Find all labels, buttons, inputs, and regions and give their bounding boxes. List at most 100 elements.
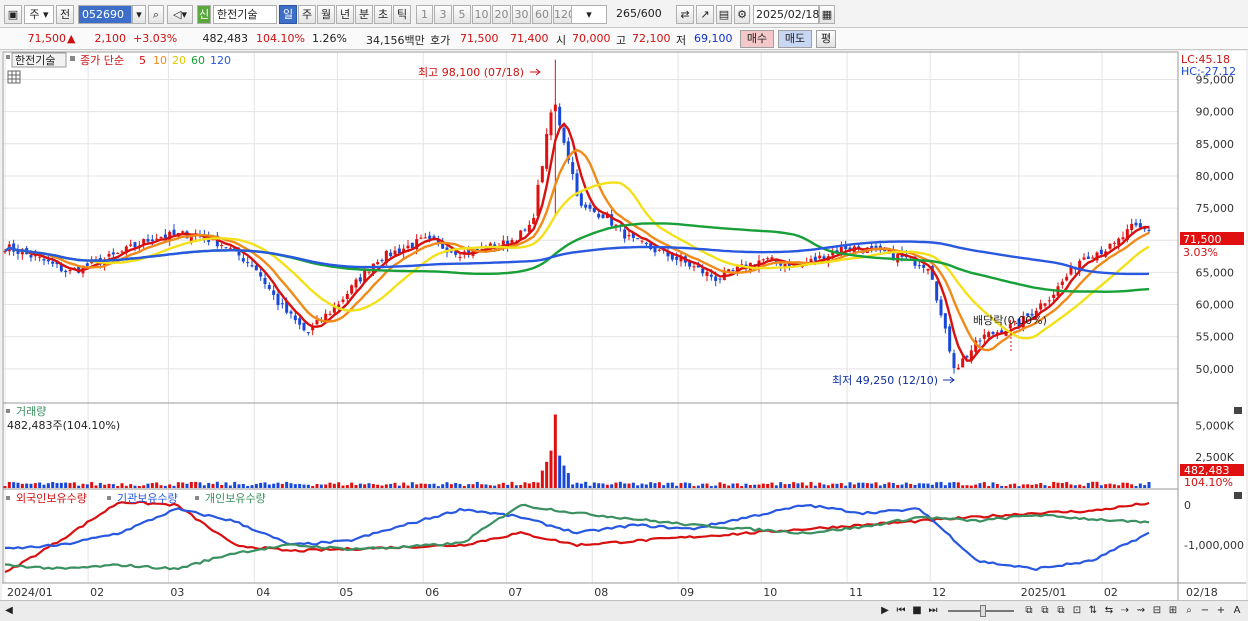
tab-period-4[interactable]: 분 (355, 5, 373, 24)
date-input[interactable]: 2025/02/18 (753, 5, 819, 24)
count-dropdown[interactable]: ▾ (571, 5, 607, 24)
candle-body (558, 106, 562, 126)
holding-legend: 외국인보유수량 기관보유수량 개인보유수량 (6, 492, 266, 505)
icon-g[interactable]: ⇢ (1118, 604, 1132, 618)
icon-b[interactable]: ⧉ (1038, 604, 1052, 618)
icon-c[interactable]: ⧉ (1054, 604, 1068, 618)
hc-label: HC:-27.12 (1181, 65, 1236, 78)
candle-body (1108, 243, 1112, 249)
window-menu-icon[interactable]: ▣ (4, 5, 22, 24)
volume-bar (523, 482, 527, 488)
scroll-left-icon[interactable]: ◀ (2, 604, 16, 618)
date-tick-label: 09 (680, 586, 694, 599)
stock-code-input[interactable]: 052690 (78, 5, 132, 24)
stop-icon[interactable]: ■ (910, 604, 924, 618)
volume-bar (1112, 484, 1116, 488)
buy-button[interactable]: 매수 (740, 30, 774, 48)
gear-icon[interactable]: ⚙ (734, 5, 750, 24)
volume-bar (328, 482, 332, 488)
volume-bar (272, 483, 276, 488)
sound-icon[interactable]: ◁▾ (167, 5, 193, 24)
candle-body (1121, 237, 1125, 240)
tab-number-3[interactable]: 3 (434, 5, 452, 24)
search-icon[interactable]: ⌕ (148, 5, 164, 24)
tab-number-5[interactable]: 5 (453, 5, 471, 24)
tab-period-0[interactable]: 일 (279, 5, 297, 24)
volume-bar (536, 482, 540, 488)
icon-i[interactable]: ⊟ (1150, 604, 1164, 618)
save-icon[interactable]: ▤ (716, 5, 732, 24)
candle-body (640, 240, 644, 242)
tab-number-60[interactable]: 60 (532, 5, 552, 24)
icon-d[interactable]: ⊡ (1070, 604, 1084, 618)
candle-body (657, 249, 661, 251)
period-select[interactable]: 주 ▾ (24, 5, 54, 24)
candle-body (458, 256, 462, 258)
scroll-right-icon[interactable]: ▶ (878, 604, 892, 618)
volume-bar (1052, 481, 1056, 488)
zoom-in-icon[interactable]: + (1214, 604, 1228, 618)
last-icon[interactable]: ⏭ (926, 604, 940, 618)
up-arrow-icon: ▲ (67, 32, 76, 45)
volume-bar (618, 481, 622, 488)
volume-bar (1099, 485, 1103, 488)
icon-a[interactable]: ⧉ (1022, 604, 1036, 618)
table-view-icon[interactable] (7, 70, 21, 84)
tab-number-20[interactable]: 20 (492, 5, 511, 24)
chart-tool-icon[interactable]: ⇄ (676, 5, 694, 24)
icon-e[interactable]: ⇅ (1086, 604, 1100, 618)
volume-bar (753, 484, 757, 488)
candle-body (267, 285, 271, 289)
candle-body (376, 262, 380, 265)
code-dropdown-icon[interactable]: ▾ (132, 5, 146, 24)
volume-bar (142, 485, 146, 488)
tab-number-10[interactable]: 10 (472, 5, 491, 24)
volume-bar (471, 484, 475, 488)
volume-bar (718, 482, 722, 488)
date-tick-label: 04 (256, 586, 270, 599)
tab-number-30[interactable]: 30 (512, 5, 531, 24)
tab-period-5[interactable]: 초 (374, 5, 392, 24)
candle-body (254, 265, 258, 271)
candle-body (982, 334, 986, 339)
line-tool-icon[interactable]: ↗ (696, 5, 714, 24)
volume-bar (705, 483, 709, 488)
evaluate-button[interactable]: 평 (816, 30, 836, 48)
trade-amount: 34,156백만 (366, 34, 425, 47)
volume-bar (636, 485, 640, 488)
tab-period-3[interactable]: 년 (336, 5, 354, 24)
icon-f[interactable]: ⇆ (1102, 604, 1116, 618)
sell-button[interactable]: 매도 (778, 30, 812, 48)
volume-bar (1086, 482, 1090, 488)
icon-j[interactable]: ⊞ (1166, 604, 1180, 618)
zoom-search-icon[interactable]: ⌕ (1182, 604, 1196, 618)
date-tick-label: 05 (339, 586, 353, 599)
holding-close-icon[interactable] (1234, 492, 1242, 499)
first-icon[interactable]: ⏮ (894, 604, 908, 618)
volume-bar (16, 482, 20, 488)
volume-bar (332, 483, 336, 488)
tab-period-6[interactable]: 틱 (393, 5, 411, 24)
calendar-icon[interactable]: ▦ (819, 5, 835, 24)
volume-bar (839, 483, 843, 488)
zoom-out-icon[interactable]: − (1198, 604, 1212, 618)
tab-number-1[interactable]: 1 (416, 5, 433, 24)
icon-h[interactable]: ⇝ (1134, 604, 1148, 618)
volume-bar (852, 484, 856, 488)
prev-button[interactable]: 전 (56, 5, 74, 24)
volume-bar (644, 484, 648, 488)
candle-body (627, 234, 631, 237)
font-icon[interactable]: A (1230, 604, 1244, 618)
chart-area[interactable]: 50,00055,00060,00065,00070,00075,00080,0… (2, 51, 1246, 600)
tab-period-1[interactable]: 주 (298, 5, 316, 24)
volume-bar (441, 484, 445, 488)
volume-bar (185, 483, 189, 488)
candle-body (874, 245, 878, 248)
min-annotation: 최저 49,250 (12/10) (832, 374, 938, 387)
zoom-slider-thumb[interactable] (980, 605, 986, 617)
candle-body (571, 162, 575, 175)
volume-bar (1082, 485, 1086, 488)
candle-body (423, 237, 427, 239)
volume-close-icon[interactable] (1234, 407, 1242, 414)
tab-period-2[interactable]: 월 (317, 5, 335, 24)
